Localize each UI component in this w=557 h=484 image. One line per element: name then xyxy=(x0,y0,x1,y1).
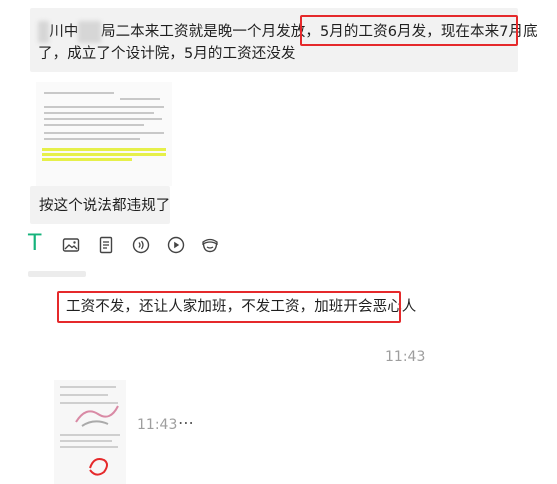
highlight-box-2 xyxy=(57,291,401,323)
message-1-line-2: 了，成立了个设计院，5月的工资还没发 xyxy=(38,46,296,62)
play-icon[interactable] xyxy=(167,236,185,254)
timestamp-2: 11:43 xyxy=(137,417,178,433)
message-2-text: 按这个说法都违规了 xyxy=(39,198,171,214)
highlight-box-1 xyxy=(300,15,518,46)
scribble-mark xyxy=(75,405,119,427)
message-1-middle: 局二本来工资就是晚一个月发放， xyxy=(100,24,320,40)
image-thumbnail-2[interactable] xyxy=(54,380,126,484)
image-thumbnail-1[interactable] xyxy=(36,82,172,186)
redacted-text: ▇▇ xyxy=(78,21,101,43)
emoji-icon[interactable] xyxy=(201,236,219,254)
red-circle-mark xyxy=(89,458,108,476)
message-1-prefix: 川中 xyxy=(49,24,79,40)
redacted-text: ▇ xyxy=(38,21,50,43)
audio-icon[interactable] xyxy=(132,236,150,254)
timestamp-1: 11:43 xyxy=(385,349,426,365)
image-icon[interactable] xyxy=(62,236,80,254)
more-icon[interactable]: ⋯ xyxy=(178,413,195,432)
text-icon[interactable]: T xyxy=(28,232,41,256)
faint-placeholder xyxy=(28,271,86,277)
message-bubble-2: 按这个说法都违规了 xyxy=(30,186,170,224)
document-icon[interactable] xyxy=(97,236,115,254)
